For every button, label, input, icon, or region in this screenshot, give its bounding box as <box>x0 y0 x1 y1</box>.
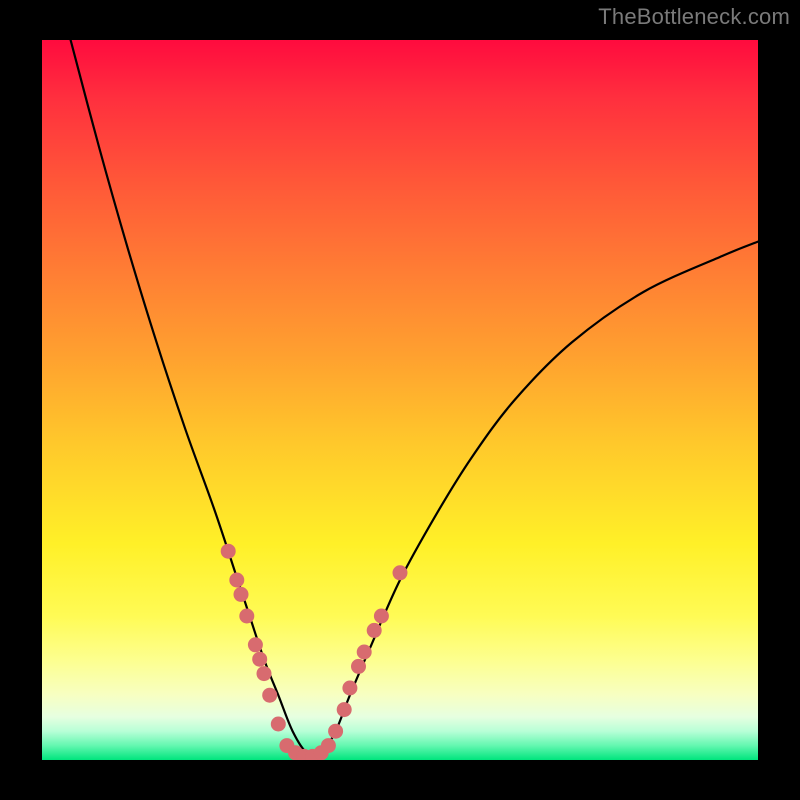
marker-dot <box>357 645 372 660</box>
watermark-text: TheBottleneck.com <box>598 4 790 30</box>
marker-dots <box>221 544 408 760</box>
marker-dot <box>239 609 254 624</box>
plot-area <box>42 40 758 760</box>
marker-dot <box>374 609 389 624</box>
marker-dot <box>248 637 263 652</box>
marker-dot <box>257 666 272 681</box>
bottleneck-curve <box>71 40 758 756</box>
marker-dot <box>234 587 249 602</box>
marker-dot <box>229 573 244 588</box>
marker-dot <box>367 623 382 638</box>
marker-dot <box>271 717 286 732</box>
marker-dot <box>328 724 343 739</box>
marker-dot <box>342 681 357 696</box>
marker-dot <box>351 659 366 674</box>
marker-dot <box>221 544 236 559</box>
marker-dot <box>252 652 267 667</box>
marker-dot <box>321 738 336 753</box>
marker-dot <box>337 702 352 717</box>
curve-layer <box>42 40 758 760</box>
marker-dot <box>393 565 408 580</box>
chart-frame: TheBottleneck.com <box>0 0 800 800</box>
marker-dot <box>262 688 277 703</box>
